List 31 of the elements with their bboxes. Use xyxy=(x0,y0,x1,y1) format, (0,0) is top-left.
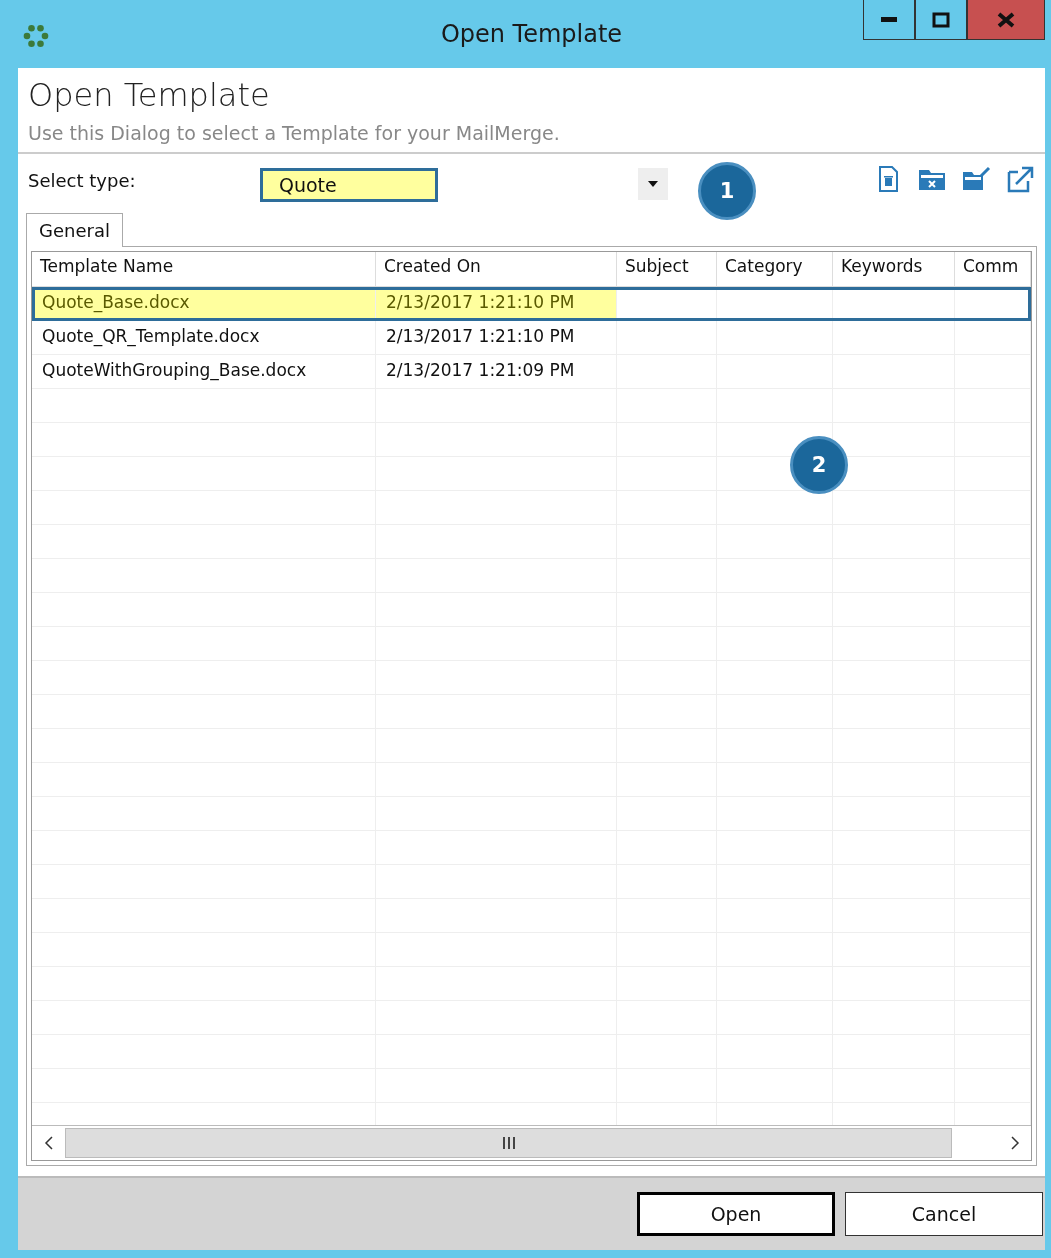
minimize-icon xyxy=(881,16,897,23)
close-icon xyxy=(997,11,1015,28)
table-row[interactable]: Quote_QR_Template.docx 2/13/2017 1:21:10 PM xyxy=(32,321,1031,355)
caret-icon xyxy=(648,181,658,187)
cancel-button[interactable]: Cancel xyxy=(845,1192,1043,1236)
open-button[interactable]: Open xyxy=(637,1192,835,1236)
table-cell: 2/13/2017 1:21:10 PM xyxy=(376,321,617,354)
external-link-icon[interactable] xyxy=(1005,164,1035,194)
callout-badge: 1 xyxy=(698,162,756,220)
tab[interactable]: General xyxy=(26,213,123,247)
dropdown-caret-button[interactable] xyxy=(638,168,668,200)
logo-icon xyxy=(22,22,50,50)
type-dropdown[interactable]: Quote xyxy=(260,168,438,202)
select-type-label: Select type: xyxy=(28,170,137,191)
chevron-right-icon xyxy=(1009,1136,1020,1150)
window-title: Open Template xyxy=(440,20,623,48)
table-cell: QuoteWithGrouping_Base.docx xyxy=(32,355,376,388)
close-button[interactable] xyxy=(967,0,1045,40)
table-cell: Quote_Base.docx xyxy=(32,287,376,320)
scrollbar-thumb[interactable] xyxy=(65,1128,952,1158)
dialog-subtitle: Use this Dialog to select a Template for your MailMerge. xyxy=(18,114,1045,154)
table-row[interactable]: Quote_Base.docx 2/13/2017 1:21:10 PM xyxy=(32,287,1031,321)
table-cell: Quote_QR_Template.docx xyxy=(32,321,376,354)
dialog-heading: Open Template xyxy=(27,75,271,114)
maximize-icon xyxy=(932,11,950,28)
chevron-left-icon xyxy=(43,1136,54,1150)
table-row[interactable]: QuoteWithGrouping_Base.docx 2/13/2017 1:21:09 PM xyxy=(32,355,1031,389)
table-cell: 2/13/2017 1:21:10 PM xyxy=(376,287,617,320)
table-cell: 2/13/2017 1:21:09 PM xyxy=(376,355,617,388)
grip-icon xyxy=(501,1137,516,1149)
minimize-button[interactable] xyxy=(863,0,915,40)
